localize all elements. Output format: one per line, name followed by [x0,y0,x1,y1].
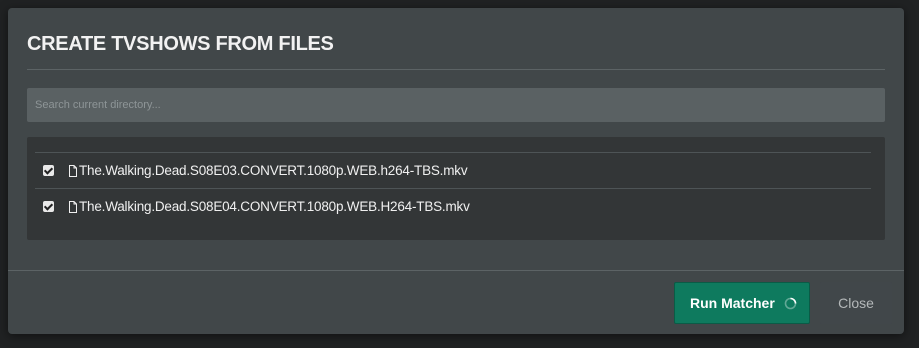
file-name: The.Walking.Dead.S08E03.CONVERT.1080p.WE… [79,163,468,178]
file-name: The.Walking.Dead.S08E04.CONVERT.1080p.WE… [79,199,470,214]
file-checkbox[interactable] [43,165,54,176]
create-tvshows-dialog: CREATE TVSHOWS FROM FILES The.Walking.De… [8,8,904,334]
dialog-footer: Run Matcher Close [8,270,904,334]
file-row[interactable]: The.Walking.Dead.S08E04.CONVERT.1080p.WE… [35,189,871,225]
run-matcher-label: Run Matcher [690,295,775,311]
file-row[interactable]: The.Walking.Dead.S08E03.CONVERT.1080p.WE… [35,153,871,189]
file-checkbox[interactable] [43,201,54,212]
close-button[interactable]: Close [820,282,892,324]
file-list-panel: The.Walking.Dead.S08E03.CONVERT.1080p.WE… [27,137,885,240]
file-list: The.Walking.Dead.S08E03.CONVERT.1080p.WE… [35,152,871,225]
run-matcher-button[interactable]: Run Matcher [674,282,810,324]
file-icon [69,201,77,213]
spinner-icon [784,297,797,310]
file-icon [69,165,77,177]
dialog-header: CREATE TVSHOWS FROM FILES [27,8,885,70]
dialog-title: CREATE TVSHOWS FROM FILES [27,33,334,55]
search-input[interactable] [27,88,885,122]
